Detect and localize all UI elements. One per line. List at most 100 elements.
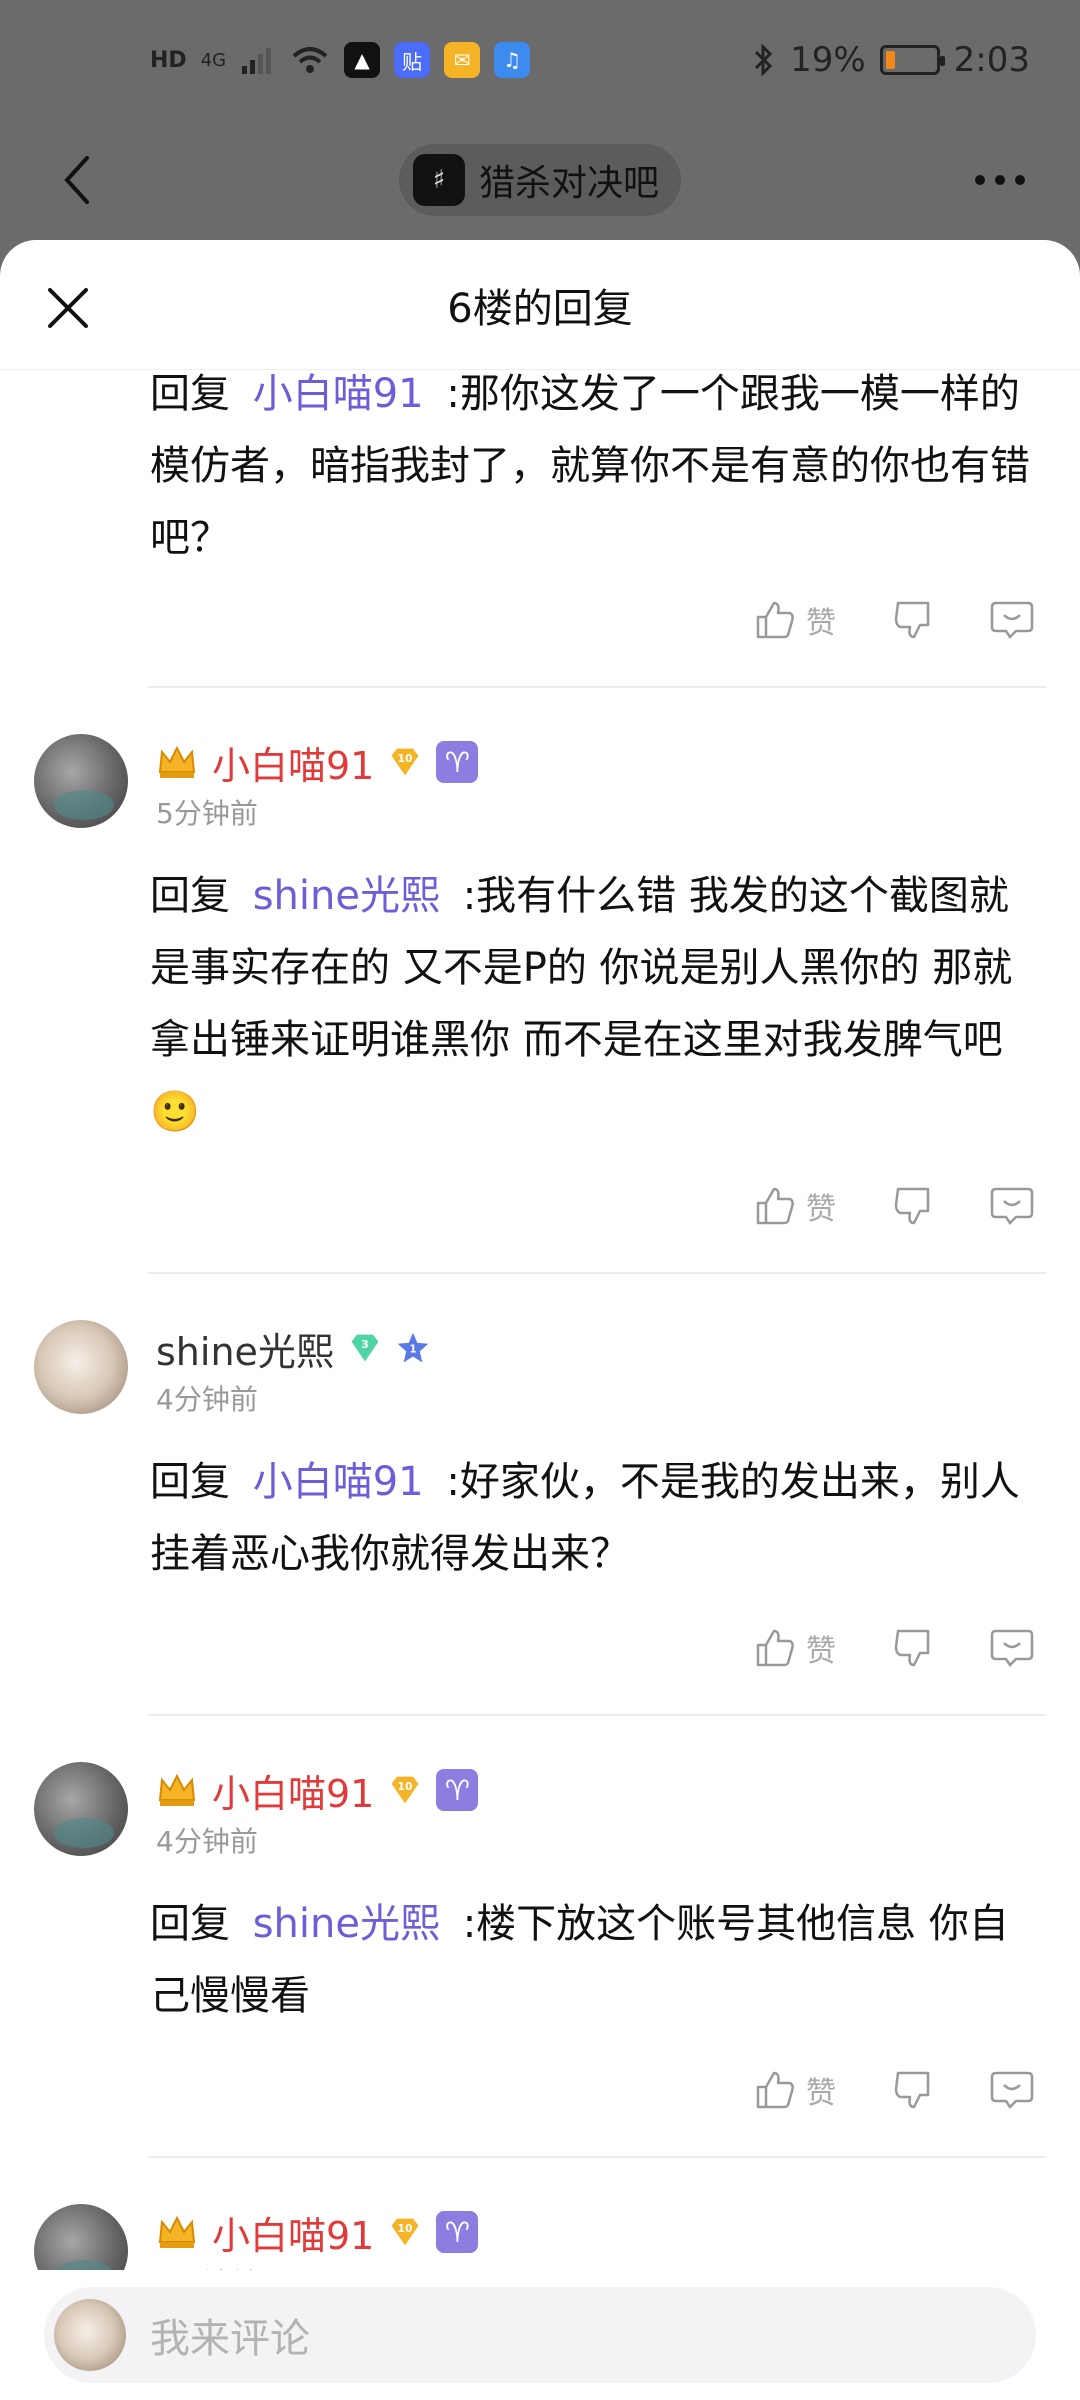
mention-link[interactable]: 小白喵91 — [253, 1459, 424, 1505]
dot-icon — [1015, 175, 1025, 185]
aries-icon: ♈ — [436, 2211, 479, 2253]
aries-icon: ♈ — [436, 1769, 479, 1811]
like-button[interactable]: 赞 — [754, 1184, 836, 1228]
comment-bubble-icon — [990, 1629, 1034, 1667]
comment-item: 小白喵91 10 ♈ 4分钟前 回复 shine光熙 :楼下放这个账号其他信息 … — [0, 1716, 1080, 2158]
comment-header: 小白喵91 10 ♈ 5分钟前 — [0, 734, 1080, 854]
comment-header: 小白喵91 10 ♈ 4分钟前 — [0, 1762, 1080, 1882]
username[interactable]: 小白喵91 — [212, 735, 374, 790]
comment-placeholder: 我来评论 — [150, 2316, 310, 2362]
thumbs-up-icon — [756, 1187, 794, 1225]
reply-button[interactable] — [990, 1185, 1034, 1227]
comment-actions: 赞 — [0, 580, 1080, 660]
comment-item: shine光熙 3 1 4分钟前 回复 小白喵91 :好家伙，不是我的发出来，别… — [0, 1274, 1080, 1716]
name-row: 小白喵91 10 ♈ — [156, 734, 479, 790]
username[interactable]: 小白喵91 — [212, 1763, 374, 1818]
timestamp: 5分钟前 — [156, 797, 258, 830]
svg-text:10: 10 — [398, 2222, 413, 2235]
battery-icon — [879, 45, 945, 75]
dislike-button[interactable] — [892, 1627, 934, 1669]
network-type: 4G — [200, 49, 227, 71]
avatar[interactable] — [34, 1762, 128, 1856]
comment-text: 回复 小白喵91 :那你这发了一个跟我一模一样的模仿者，暗指我封了，就算你不是有… — [0, 370, 1080, 574]
crown-icon — [158, 745, 196, 778]
level-badge-icon: 10 — [388, 2215, 422, 2249]
username[interactable]: shine光熙 — [156, 1321, 334, 1376]
avatar[interactable] — [34, 1320, 128, 1414]
reply-prefix: 回复 — [150, 1901, 230, 1947]
crown-icon — [158, 1773, 196, 1806]
comment-text: 回复 小白喵91 :好家伙，不是我的发出来，别人挂着恶心我你就得发出来？ — [0, 1446, 1080, 1590]
thumbs-up-icon — [756, 601, 794, 639]
more-button[interactable] — [960, 150, 1040, 210]
svg-text:1: 1 — [409, 1344, 416, 1355]
reply-prefix: 回复 — [150, 1459, 230, 1505]
dislike-button[interactable] — [892, 2069, 934, 2111]
battery-percent: 19% — [790, 40, 866, 80]
comment-item: 小白喵91 10 ♈ 5分钟前 回复 shine光熙 :我有什么错 我发的这个截… — [0, 688, 1080, 1274]
mail-icon: ✉ — [444, 42, 481, 78]
comment-meta: 小白喵91 10 ♈ 5分钟前 — [156, 734, 479, 832]
reply-button[interactable] — [990, 599, 1034, 641]
comment-meta: shine光熙 3 1 4分钟前 — [156, 1320, 430, 1418]
reply-sheet: 6楼的回复 回复 小白喵91 :那你这发了一个跟我一模一样的模仿者，暗指我封了，… — [0, 240, 1080, 2400]
level-badge-icon: 10 — [388, 1773, 422, 1807]
avatar[interactable] — [34, 734, 128, 828]
like-label: 赞 — [806, 2076, 836, 2111]
close-icon — [48, 288, 88, 328]
back-button[interactable] — [40, 142, 112, 218]
like-button[interactable]: 赞 — [754, 1626, 836, 1670]
comment-bubble-icon — [990, 1187, 1034, 1225]
name-row: 小白喵91 10 ♈ — [156, 1762, 479, 1818]
dislike-button[interactable] — [892, 1185, 934, 1227]
crown-icon — [158, 2215, 196, 2248]
comment-actions: 赞 — [0, 2050, 1080, 2130]
comment-bubble-icon — [990, 601, 1034, 639]
thumbs-down-icon — [894, 1629, 930, 1667]
app-icon-2: 贴 — [394, 42, 431, 78]
forum-pill[interactable]: ♯ 猎杀对决吧 — [398, 144, 681, 216]
like-label: 赞 — [806, 1634, 836, 1669]
close-button[interactable] — [36, 276, 100, 340]
name-row: 小白喵91 10 ♈ — [156, 2204, 479, 2260]
status-left: HD 4G ▲ 贴 ✉ ♫ — [150, 42, 531, 78]
reply-button[interactable] — [990, 1627, 1034, 1669]
comment-text: 回复 shine光熙 :我有什么错 我发的这个截图就是事实存在的 又不是P的 你… — [0, 860, 1080, 1148]
comment-meta: 小白喵91 10 ♈ 4分钟前 — [156, 1762, 479, 1860]
forum-logo-icon: ♯ — [412, 154, 465, 206]
bluetooth-icon — [752, 42, 776, 78]
like-button[interactable]: 赞 — [754, 2068, 836, 2112]
status-bar: HD 4G ▲ 贴 ✉ ♫ 19% 2:03 — [0, 0, 1080, 120]
mention-link[interactable]: shine光熙 — [253, 1901, 440, 1947]
mention-link[interactable]: 小白喵91 — [253, 371, 424, 417]
username[interactable]: 小白喵91 — [212, 2205, 374, 2260]
battery-fill — [885, 51, 895, 69]
comment-header: shine光熙 3 1 4分钟前 — [0, 1320, 1080, 1440]
wifi-icon — [290, 42, 330, 78]
comment-actions: 赞 — [0, 1166, 1080, 1246]
signal-icon — [240, 42, 276, 78]
level-badge-icon: 3 — [348, 1331, 382, 1365]
back-arrow-icon — [64, 156, 89, 204]
svg-text:3: 3 — [361, 1338, 368, 1351]
aries-icon: ♈ — [436, 741, 479, 783]
svg-text:10: 10 — [398, 1780, 413, 1793]
clock: 2:03 — [953, 40, 1030, 80]
like-button[interactable]: 赞 — [754, 598, 836, 642]
reply-prefix: 回复 — [150, 873, 230, 919]
hd-indicator: HD — [150, 47, 187, 73]
comment-item: 回复 小白喵91 :那你这发了一个跟我一模一样的模仿者，暗指我封了，就算你不是有… — [0, 370, 1080, 688]
dislike-button[interactable] — [892, 599, 934, 641]
forum-name: 猎杀对决吧 — [478, 163, 659, 204]
reply-button[interactable] — [990, 2069, 1034, 2111]
comment-list[interactable]: 回复 小白喵91 :那你这发了一个跟我一模一样的模仿者，暗指我封了，就算你不是有… — [0, 370, 1080, 2400]
mention-link[interactable]: shine光熙 — [253, 873, 440, 919]
like-label: 赞 — [806, 606, 836, 641]
thumbs-down-icon — [894, 601, 930, 639]
status-right: 19% 2:03 — [752, 40, 1030, 80]
like-label: 赞 — [806, 1192, 836, 1227]
music-icon: ♫ — [494, 42, 531, 78]
comment-bubble-icon — [990, 2071, 1034, 2109]
comment-input[interactable]: 我来评论 — [44, 2287, 1036, 2383]
comment-actions: 赞 — [0, 1608, 1080, 1688]
